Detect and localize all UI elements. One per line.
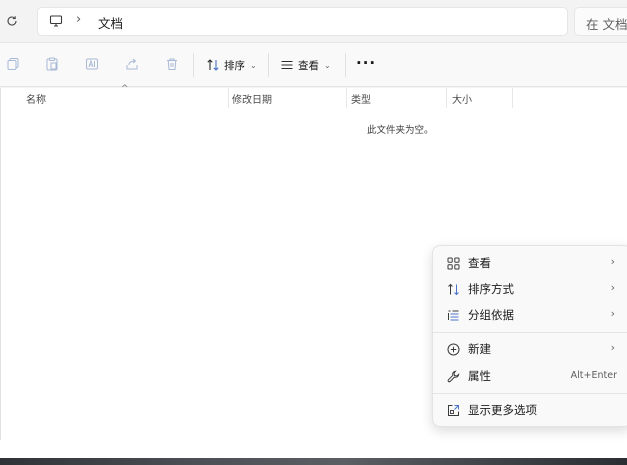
chevron-right-icon: › (610, 341, 615, 354)
refresh-button[interactable] (1, 10, 23, 32)
menu-item-label: 排序方式 (468, 282, 514, 296)
column-header-row: 名称 ^ 修改日期 类型 大小 (0, 84, 627, 108)
chevron-down-icon: ⌄ (250, 60, 257, 70)
sort-ascending-icon: ^ (121, 84, 129, 94)
menu-item-show-more-options[interactable]: 显示更多选项 (437, 397, 627, 423)
rename-button[interactable] (84, 56, 100, 72)
paste-icon (46, 57, 58, 71)
add-circle-icon (446, 342, 460, 356)
search-placeholder: 在 文档 (586, 17, 627, 32)
menu-separator (433, 393, 627, 394)
sort-label: 排序 (224, 59, 245, 72)
menu-separator (433, 332, 627, 333)
address-row: › 文档 在 文档 (0, 0, 627, 42)
menu-item-label: 属性 (468, 369, 491, 383)
menu-item-sort-by[interactable]: 排序方式 › (437, 276, 627, 302)
toolbar-divider (268, 53, 269, 77)
toolbar-divider (193, 53, 194, 77)
shortcut-text: Alt+Enter (570, 370, 617, 381)
menu-item-new[interactable]: 新建 › (437, 336, 627, 362)
command-bar: 排序 ⌄ 查看 ⌄ ··· (0, 42, 627, 87)
more-options-button[interactable]: ··· (356, 54, 376, 76)
desktop-wallpaper (0, 458, 627, 465)
group-list-icon (446, 308, 460, 322)
rename-icon (86, 58, 98, 70)
menu-item-view[interactable]: 查看 › (437, 250, 627, 276)
menu-item-label: 显示更多选项 (468, 403, 537, 417)
paste-button[interactable] (44, 56, 60, 72)
address-bar[interactable]: › 文档 (37, 7, 568, 36)
this-pc-icon (49, 15, 63, 27)
open-external-icon (446, 403, 460, 417)
nav-pane-edge (0, 88, 1, 440)
column-divider[interactable] (228, 88, 229, 108)
view-button[interactable]: 查看 ⌄ (280, 53, 331, 77)
search-input[interactable]: 在 文档 (574, 7, 627, 36)
refresh-icon (7, 16, 17, 26)
chevron-right-icon: › (610, 255, 615, 268)
sort-icon (446, 282, 460, 296)
grid-view-icon (446, 256, 460, 270)
wrench-icon (446, 369, 460, 383)
sort-button[interactable]: 排序 ⌄ (206, 53, 257, 77)
status-bar (0, 440, 627, 458)
context-menu: 查看 › 排序方式 › 分组依据 › 新建 › 属性 Alt+Enter 显示更… (432, 245, 627, 427)
column-date[interactable]: 修改日期 (232, 91, 272, 106)
view-list-icon (281, 60, 293, 70)
menu-item-label: 查看 (468, 256, 491, 270)
view-label: 查看 (298, 59, 319, 72)
chevron-down-icon: ⌄ (324, 60, 331, 70)
chevron-right-icon: › (610, 307, 615, 320)
column-divider[interactable] (512, 88, 513, 108)
chevron-right-icon: › (610, 281, 615, 294)
column-divider[interactable] (346, 88, 347, 108)
empty-folder-message: 此文件夹为空。 (367, 125, 434, 136)
breadcrumb-documents[interactable]: 文档 (98, 13, 123, 32)
share-button[interactable] (124, 56, 140, 72)
menu-item-properties[interactable]: 属性 Alt+Enter (437, 363, 627, 389)
share-icon (126, 58, 138, 70)
menu-item-group-by[interactable]: 分组依据 › (437, 302, 627, 328)
copy-button[interactable] (5, 56, 21, 72)
column-size[interactable]: 大小 (452, 91, 472, 106)
toolbar-divider (345, 53, 346, 77)
copy-icon (7, 58, 19, 70)
sort-icon (207, 59, 219, 71)
chevron-right-icon[interactable]: › (76, 12, 81, 27)
trash-icon (167, 58, 177, 70)
menu-item-label: 分组依据 (468, 308, 514, 322)
menu-item-label: 新建 (468, 342, 491, 356)
column-name[interactable]: 名称 (26, 91, 46, 106)
column-type[interactable]: 类型 (351, 91, 371, 106)
delete-button[interactable] (164, 56, 180, 72)
column-divider[interactable] (446, 88, 447, 108)
